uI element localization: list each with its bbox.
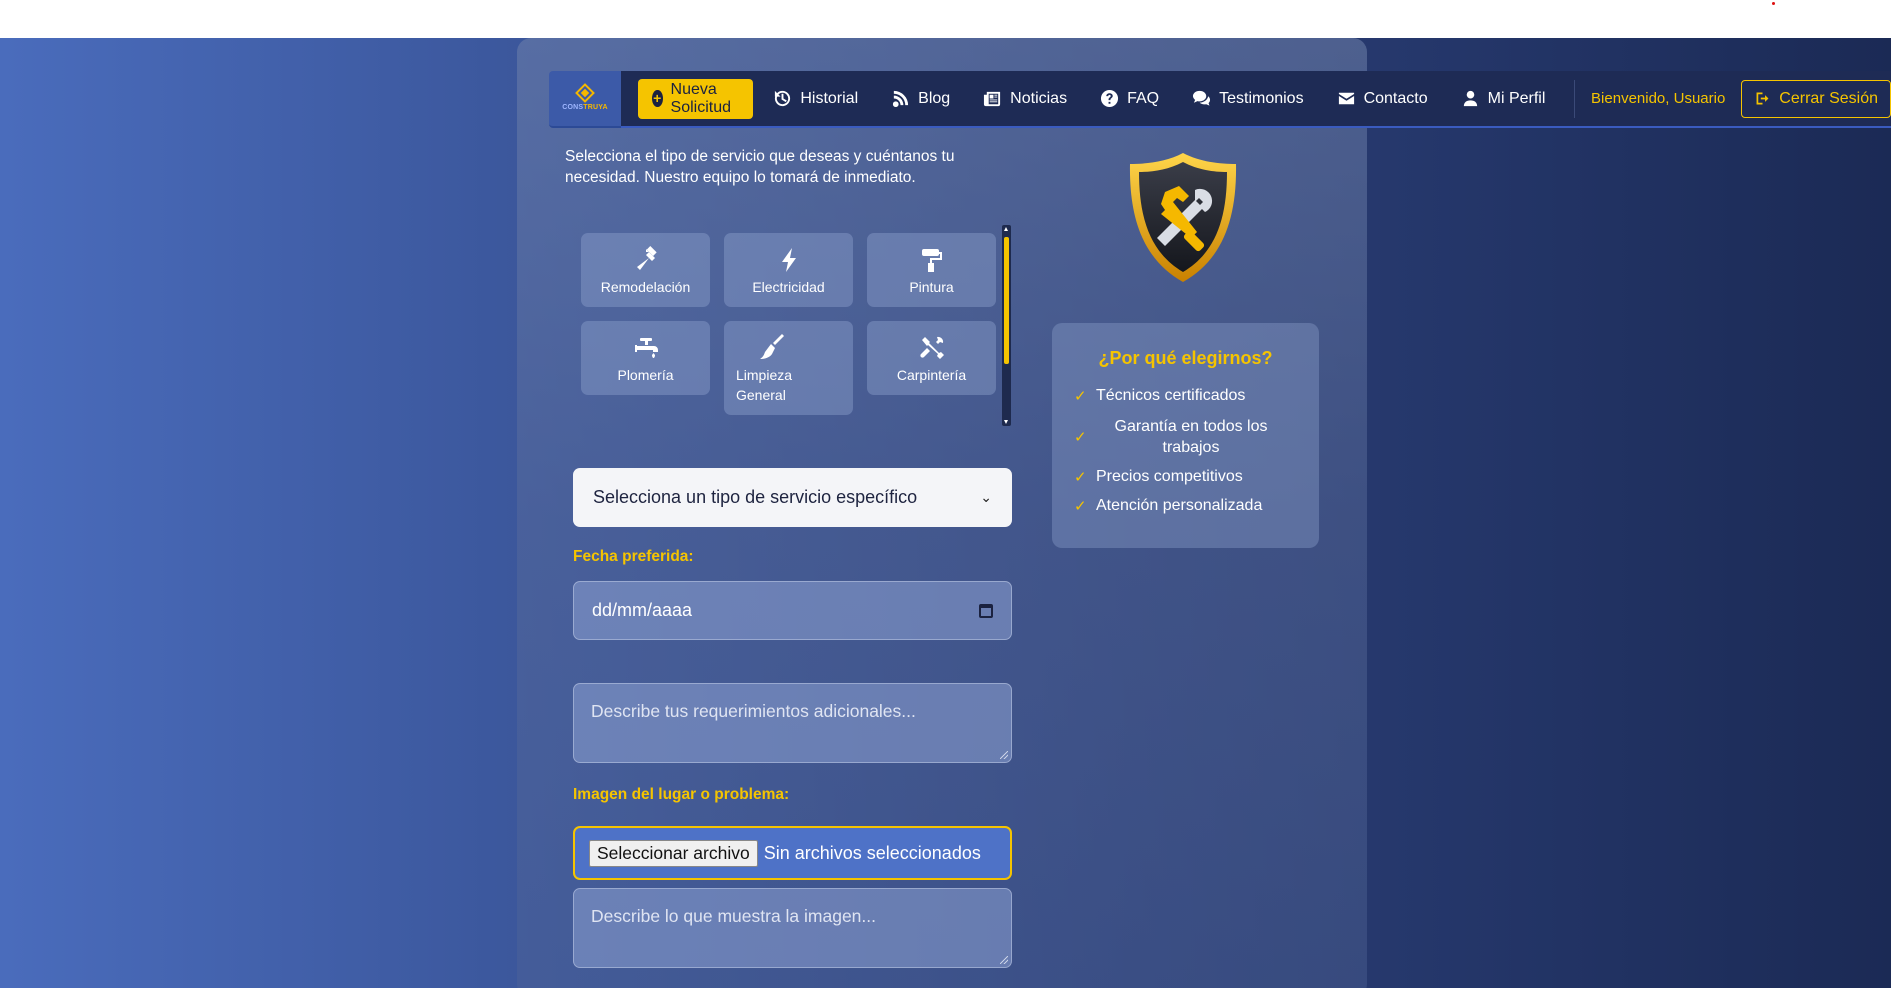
nav-item-contacto[interactable]: Contacto (1337, 89, 1428, 108)
nav-label: Contacto (1363, 89, 1428, 107)
date-label: Fecha preferida: (573, 548, 694, 565)
logout-button[interactable]: Cerrar Sesión (1741, 79, 1891, 118)
nav-label: FAQ (1127, 89, 1160, 107)
image-description-placeholder: Describe lo que muestra la imagen... (591, 906, 876, 926)
service-type-select[interactable]: Selecciona un tipo de servicio específic… (573, 468, 1012, 527)
why-item-text: Técnicos certificados (1096, 387, 1246, 404)
resize-grip-icon[interactable] (1000, 751, 1008, 759)
service-label: Limpieza General (736, 366, 793, 403)
date-placeholder: dd/mm/aaaa (592, 600, 693, 620)
new-request-button[interactable]: + Nueva Solicitud (638, 78, 754, 119)
service-electricidad[interactable]: Electricidad (724, 233, 853, 307)
service-pintura[interactable]: Pintura (867, 233, 996, 307)
why-item-text: Precios competitivos (1096, 468, 1243, 485)
check-icon: ✓ (1074, 498, 1087, 515)
blog-icon (893, 90, 909, 108)
resize-grip-icon[interactable] (1000, 956, 1008, 964)
hammer-icon (636, 245, 657, 270)
nav-item-testimonios[interactable]: Testimonios (1192, 89, 1304, 108)
history-icon (775, 90, 791, 107)
scroll-down-icon[interactable] (1004, 420, 1008, 424)
nav-label: Blog (918, 89, 951, 107)
scroll-up-icon[interactable] (1004, 227, 1008, 231)
new-request-label: Nueva Solicitud (670, 80, 732, 116)
nav-item-blog[interactable]: Blog (891, 89, 950, 108)
question-circle-icon (1101, 89, 1119, 108)
logo[interactable]: CONSTRUYA (549, 71, 621, 128)
why-item: ✓ Precios competitivos (1074, 468, 1243, 486)
sign-out-icon (1756, 92, 1769, 105)
why-item: ✓ Atención personalizada (1074, 497, 1262, 515)
red-dot (1772, 2, 1775, 5)
shield-tools-icon (1129, 153, 1237, 282)
calendar-icon[interactable] (979, 603, 993, 618)
broom-icon (760, 333, 784, 359)
choose-file-button[interactable]: Seleccionar archivo (589, 839, 758, 867)
check-icon: ✓ (1074, 429, 1087, 446)
logo-text: CONSTRUYA (562, 104, 608, 111)
check-icon: ✓ (1074, 469, 1087, 486)
service-limpieza-general[interactable]: Limpieza General (724, 321, 853, 415)
service-grid: Remodelación Electricidad Pintura Plomer… (578, 225, 1013, 425)
image-description-textarea[interactable]: Describe lo que muestra la imagen... (573, 888, 1012, 968)
check-icon: ✓ (1074, 388, 1087, 405)
tools-icon (919, 336, 944, 359)
why-item: ✓ Técnicos certificados (1074, 387, 1245, 405)
bolt-icon (781, 247, 796, 272)
nav-item-noticias[interactable]: Noticias (983, 89, 1067, 108)
nav-item-mi-perfil[interactable]: Mi Perfil (1461, 89, 1546, 108)
select-value: Selecciona un tipo de servicio específic… (593, 487, 918, 507)
comments-icon (1193, 90, 1211, 106)
why-item: ✓ Garantía en todos los trabajos (1074, 416, 1286, 458)
service-label: Electricidad (752, 278, 825, 295)
user-icon (1463, 90, 1477, 107)
nav-label: Mi Perfil (1487, 89, 1546, 107)
service-label: Carpintería (896, 366, 967, 383)
plus-circle-icon: + (652, 90, 663, 107)
service-remodelacion[interactable]: Remodelación (581, 233, 710, 307)
logo-diamond-icon (575, 83, 595, 103)
why-title: ¿Por qué elegirnos? (1098, 348, 1273, 368)
nav-item-faq[interactable]: FAQ (1100, 89, 1159, 108)
service-plomeria[interactable]: Plomería (581, 321, 710, 395)
nav-label: Testimonios (1219, 89, 1304, 107)
paint-roller-icon (921, 248, 942, 272)
requirements-placeholder: Describe tus requerimientos adicionales.… (591, 701, 916, 721)
scroll-thumb[interactable] (1004, 237, 1009, 364)
nav-label: Historial (800, 89, 859, 107)
why-choose-us-card: ¿Por qué elegirnos? ✓ Técnicos certifica… (1052, 323, 1319, 548)
service-label: Pintura (909, 278, 954, 295)
navbar: CONSTRUYA + Nueva Solicitud Historial Bl… (549, 70, 1891, 129)
chevron-down-icon: ⌄ (980, 489, 992, 505)
image-label: Imagen del lugar o problema: (573, 786, 790, 803)
date-field[interactable]: dd/mm/aaaa (573, 581, 1012, 640)
service-carpinteria[interactable]: Carpintería (867, 321, 996, 395)
why-item-text: Garantía en todos los trabajos (1114, 418, 1268, 456)
file-status: Sin archivos seleccionados (763, 842, 981, 863)
nav-divider (1574, 79, 1576, 118)
logout-label: Cerrar Sesión (1779, 89, 1878, 107)
faucet-icon (634, 337, 658, 358)
nav-item-historial[interactable]: Historial (773, 89, 858, 108)
intro-text: Selecciona el tipo de servicio que desea… (565, 148, 955, 186)
service-scrollbar[interactable] (1002, 225, 1011, 426)
service-label: Remodelación (600, 278, 691, 295)
envelope-icon (1338, 92, 1354, 105)
why-item-text: Atención personalizada (1096, 497, 1263, 514)
requirements-textarea[interactable]: Describe tus requerimientos adicionales.… (573, 683, 1012, 763)
nav-label: Noticias (1010, 89, 1068, 107)
newspaper-icon (984, 91, 1001, 107)
navbar-menu: + Nueva Solicitud Historial Blog Noticia… (621, 71, 1891, 128)
welcome-text: Bienvenido, Usuario (1591, 90, 1726, 107)
service-label: Plomería (617, 366, 674, 383)
image-file-input[interactable]: Seleccionar archivo Sin archivos selecci… (573, 826, 1012, 880)
